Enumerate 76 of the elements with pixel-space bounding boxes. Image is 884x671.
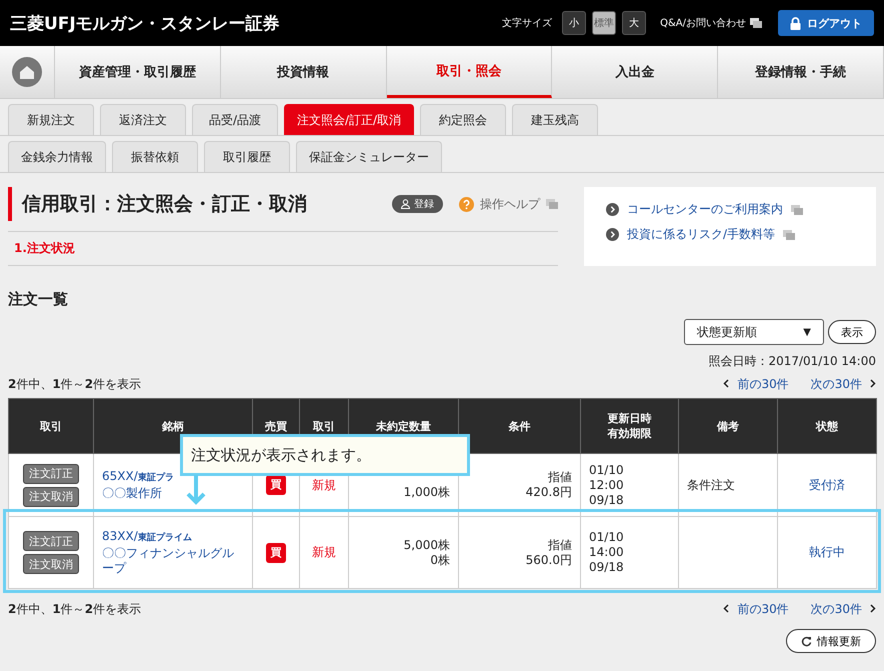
arrow-icon — [186, 475, 206, 505]
window-icon — [546, 199, 558, 209]
side-link[interactable]: コールセンターのご利用案内 — [627, 201, 783, 218]
table-cell: 新規 — [300, 516, 348, 588]
sub-tab[interactable]: 保証金シミュレーター — [296, 141, 442, 172]
sub-tab[interactable]: 品受/品渡 — [192, 104, 278, 135]
show-button[interactable]: 表示 — [828, 320, 876, 344]
nav-tab[interactable]: 登録情報・手続 — [718, 46, 884, 98]
help-link[interactable]: 操作ヘルプ — [480, 196, 540, 212]
logo: 三菱UFJモルガン・スタンレー証券 — [10, 12, 280, 34]
table-cell: 01/10 12:00 09/18 — [580, 454, 678, 516]
query-time: 照会日時：2017/01/10 14:00 — [708, 354, 876, 368]
nav-tab[interactable]: 入出金 — [552, 46, 718, 98]
table-cell: 指値 560.0円 — [458, 516, 580, 588]
chevron-right-icon — [870, 379, 876, 388]
action-button[interactable]: 注文訂正 — [23, 531, 79, 551]
sub-tab[interactable]: 注文照会/訂正/取消 — [284, 104, 414, 135]
page-title: 信用取引：注文照会・訂正・取消 — [22, 192, 308, 217]
status-link[interactable]: 執行中 — [809, 545, 845, 559]
sort-dropdown[interactable]: 状態更新順 ▼ — [684, 319, 824, 345]
nav-tab[interactable]: 取引・照会 — [386, 46, 552, 98]
logout-button[interactable]: ログアウト — [778, 10, 874, 36]
nav-tab[interactable]: 資産管理・取引履歴 — [55, 46, 221, 98]
result-count: 2件中、1件～2件を表示 — [8, 376, 142, 393]
chevron-icon — [606, 228, 619, 241]
sub-tab[interactable]: 建玉残高 — [512, 104, 598, 135]
section-heading: 注文一覧 — [8, 290, 69, 309]
result-count: 2件中、1件～2件を表示 — [8, 601, 142, 618]
window-icon — [791, 204, 803, 214]
window-icon — [783, 230, 796, 240]
nav-tab[interactable]: 投資情報 — [220, 46, 387, 98]
sub-tab[interactable]: 金銭余力情報 — [8, 141, 106, 172]
buy-badge: 買 — [266, 542, 286, 562]
font-size-button[interactable]: 大 — [622, 11, 646, 35]
sub-tab[interactable]: 振替依頼 — [112, 141, 198, 172]
side-link[interactable]: 投資に係るリスク/手数料等 — [627, 226, 776, 243]
next-link[interactable]: 次の30件 — [810, 601, 876, 618]
action-button[interactable]: 注文取消 — [23, 486, 79, 506]
font-size-button[interactable]: 小 — [562, 11, 586, 35]
font-size-button[interactable]: 標準 — [592, 11, 616, 35]
buy-badge: 買 — [266, 475, 286, 495]
prev-link[interactable]: 前の30件 — [723, 376, 789, 393]
next-link[interactable]: 次の30件 — [810, 376, 876, 393]
help-icon — [459, 196, 474, 212]
chevron-left-icon — [723, 379, 730, 388]
step-label: 1.注文状況 — [14, 241, 75, 255]
prev-link[interactable]: 前の30件 — [723, 601, 789, 618]
column-header: 更新日時 有効期限 — [580, 398, 678, 454]
table-cell: 01/10 14:00 09/18 — [580, 516, 678, 588]
chevron-icon — [606, 203, 619, 216]
chevron-right-icon — [870, 604, 876, 613]
table-cell: 5,000株 0株 — [348, 516, 458, 588]
action-button[interactable]: 注文取消 — [23, 554, 79, 574]
stock-link[interactable]: 83XX/東証プライム 〇〇フィナンシャルグループ — [102, 529, 244, 576]
column-header: 条件 — [458, 398, 580, 454]
lock-icon — [790, 16, 801, 30]
help-link[interactable]: Q&A/お問い合わせ — [660, 16, 746, 30]
sub-tab[interactable]: 取引履歴 — [204, 141, 290, 172]
callout: 注文状況が表示されます。 — [180, 434, 470, 476]
column-header: 状態 — [778, 398, 876, 454]
refresh-button[interactable]: 情報更新 — [786, 629, 876, 653]
window-icon — [750, 18, 762, 28]
column-header: 取引 — [8, 398, 94, 454]
action-button[interactable]: 注文訂正 — [23, 464, 79, 484]
sub-tab[interactable]: 約定照会 — [420, 104, 506, 135]
font-size-label: 文字サイズ — [502, 16, 552, 30]
column-header: 備考 — [678, 398, 778, 454]
table-cell: 条件注文 — [687, 478, 735, 492]
status-link[interactable]: 受付済 — [809, 478, 845, 492]
home-icon[interactable] — [12, 57, 42, 87]
register-button[interactable]: 登録 — [392, 195, 443, 213]
sub-tab[interactable]: 新規注文 — [8, 104, 94, 135]
sub-tab[interactable]: 返済注文 — [100, 104, 186, 135]
refresh-icon — [801, 636, 812, 646]
person-icon — [401, 199, 410, 209]
chevron-left-icon — [723, 604, 730, 613]
